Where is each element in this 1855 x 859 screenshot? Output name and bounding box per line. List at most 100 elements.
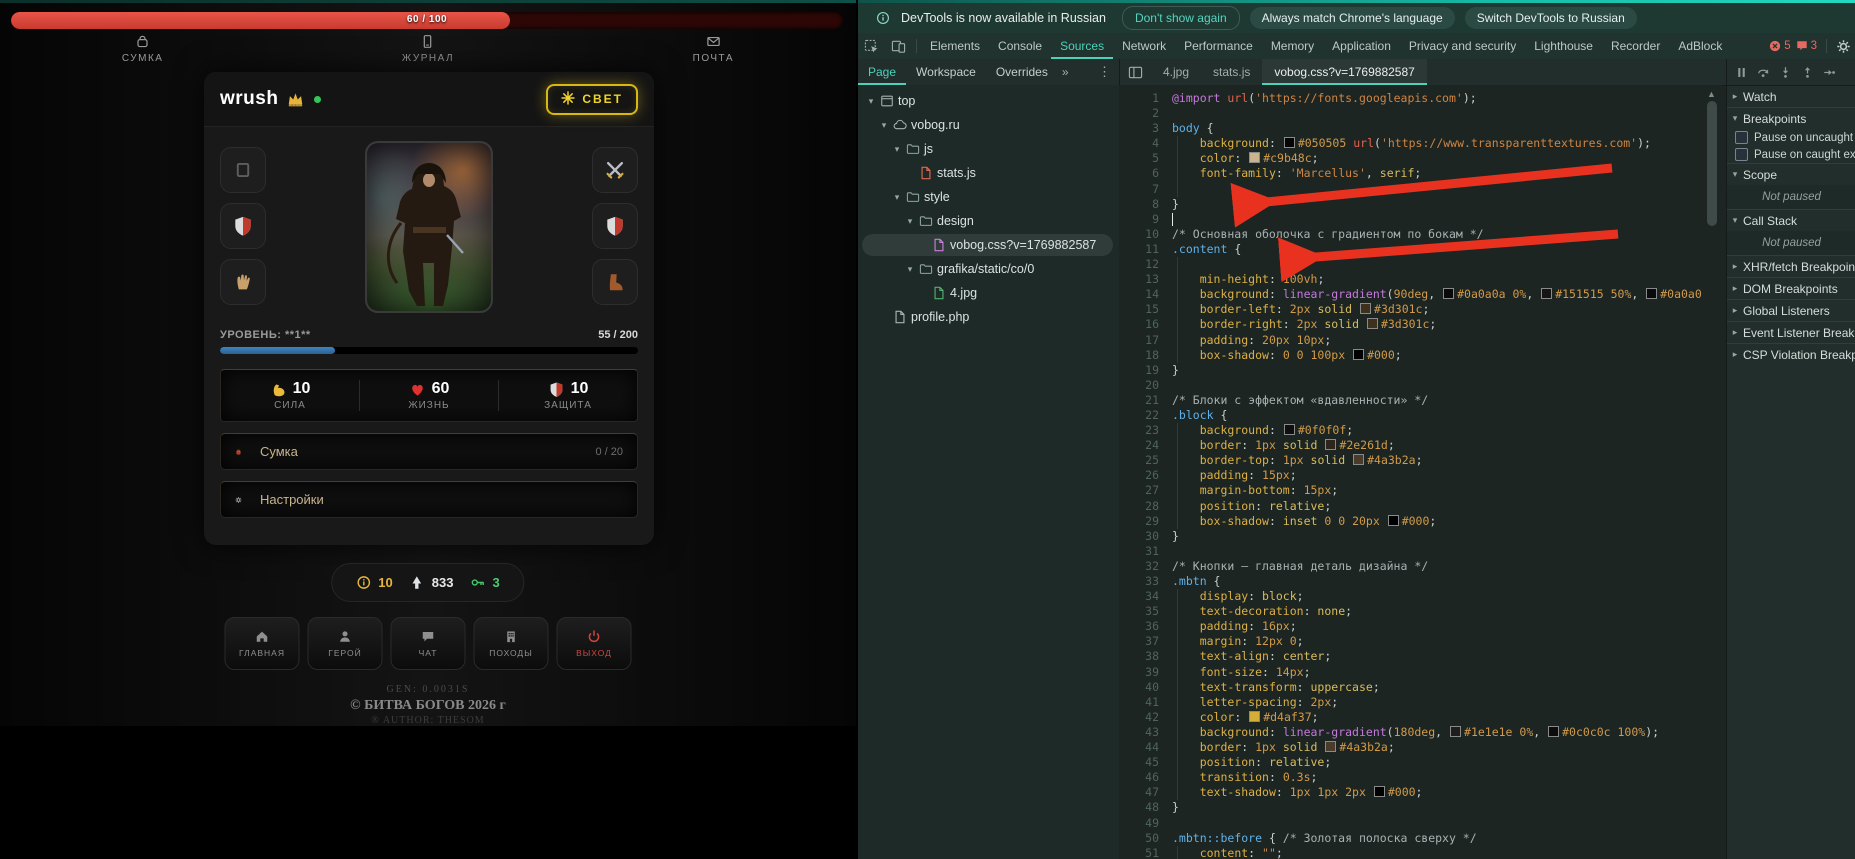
color-swatch[interactable] <box>1353 454 1364 465</box>
tab-application[interactable]: Application <box>1323 33 1400 59</box>
notification-button[interactable]: Always match Chrome's language <box>1250 7 1455 29</box>
menu-button-ВЫХОД[interactable]: ВЫХОД <box>557 617 632 670</box>
nav-item-СУМКА[interactable]: СУМКА <box>0 34 285 64</box>
sidebar-section-event-listener-breakpoints[interactable]: ▸Event Listener Breakpoints <box>1727 321 1855 343</box>
equipment-slot-glove[interactable] <box>220 259 266 305</box>
settings-gear-icon[interactable] <box>1836 39 1851 54</box>
mail-icon <box>706 34 721 49</box>
color-swatch[interactable] <box>1374 786 1385 797</box>
console-errors-badge[interactable]: 5 <box>1769 40 1790 52</box>
color-swatch[interactable] <box>1548 726 1559 737</box>
menu-button-ГЛАВНАЯ[interactable]: ГЛАВНАЯ <box>225 617 300 670</box>
navigator-tab-page[interactable]: Page <box>858 59 906 85</box>
code-token: color <box>1200 151 1235 165</box>
tree-item-design[interactable]: ▾design <box>858 209 1119 233</box>
pause-script-icon[interactable] <box>1735 66 1748 79</box>
profile-action-rows: Сумка0 / 20 Настройки <box>220 433 638 518</box>
color-swatch[interactable] <box>1325 741 1336 752</box>
navigator-more-menu-icon[interactable]: ⋮ <box>1090 64 1119 80</box>
menu-button-ПОХОДЫ[interactable]: ПОХОДЫ <box>474 617 549 670</box>
color-swatch[interactable] <box>1353 349 1364 360</box>
device-toolbar-icon[interactable] <box>891 39 906 54</box>
color-swatch[interactable] <box>1367 318 1378 329</box>
menu-button-ЧАТ[interactable]: ЧАТ <box>391 617 466 670</box>
navigator-tab-overrides[interactable]: Overrides <box>986 59 1058 85</box>
code-editor[interactable]: 1@import url('https://fonts.googleapis.c… <box>1119 85 1722 859</box>
color-swatch[interactable] <box>1388 515 1399 526</box>
profile-row-Сумка[interactable]: Сумка0 / 20 <box>220 433 638 470</box>
scrollbar-thumb[interactable] <box>1707 101 1717 226</box>
tree-item-stats.js[interactable]: stats.js <box>858 161 1119 185</box>
notification-button[interactable]: Don't show again <box>1122 6 1240 30</box>
equipment-slot-shield[interactable] <box>592 203 638 249</box>
file-tab[interactable]: 4.jpg <box>1151 59 1201 85</box>
equipment-slot-empty[interactable] <box>220 147 266 193</box>
pause-exceptions-checkbox[interactable]: Pause on caught exceptions <box>1727 146 1855 163</box>
equipment-slot-shield[interactable] <box>220 203 266 249</box>
editor-scrollbar[interactable]: ▲ <box>1703 85 1722 859</box>
code-token: ( <box>1387 725 1394 739</box>
checkbox[interactable] <box>1735 148 1748 161</box>
checkbox[interactable] <box>1735 131 1748 144</box>
tab-lighthouse[interactable]: Lighthouse <box>1525 33 1602 59</box>
color-swatch[interactable] <box>1541 288 1552 299</box>
navigator-tab-workspace[interactable]: Workspace <box>906 59 986 85</box>
color-swatch[interactable] <box>1284 137 1295 148</box>
sidebar-section-call-stack[interactable]: ▾Call Stack <box>1727 209 1855 231</box>
equipment-slot-boot[interactable] <box>592 259 638 305</box>
sidebar-section-csp-violation-breakpoints[interactable]: ▸CSP Violation Breakpoints <box>1727 343 1855 365</box>
step-into-icon[interactable] <box>1779 66 1792 79</box>
tree-item-vobog.css?v=1769882587[interactable]: vobog.css?v=1769882587 <box>858 233 1119 257</box>
tab-adblock[interactable]: AdBlock <box>1669 33 1731 59</box>
tree-item-top[interactable]: ▾top <box>858 89 1119 113</box>
tree-item-vobog.ru[interactable]: ▾vobog.ru <box>858 113 1119 137</box>
tab-recorder[interactable]: Recorder <box>1602 33 1669 59</box>
equipment-slot-swords[interactable] <box>592 147 638 193</box>
code-text: } <box>1172 529 1702 544</box>
color-swatch[interactable] <box>1284 424 1295 435</box>
pause-exceptions-checkbox[interactable]: Pause on uncaught exceptions <box>1727 129 1855 146</box>
tab-elements[interactable]: Elements <box>921 33 989 59</box>
toggle-navigator-icon[interactable] <box>1128 65 1143 80</box>
tab-privacy-and-security[interactable]: Privacy and security <box>1400 33 1525 59</box>
tab-sources[interactable]: Sources <box>1051 33 1113 59</box>
tree-item-js[interactable]: ▾js <box>858 137 1119 161</box>
step-icon[interactable] <box>1823 66 1836 79</box>
color-swatch[interactable] <box>1360 303 1371 314</box>
tab-network[interactable]: Network <box>1113 33 1175 59</box>
color-swatch[interactable] <box>1249 711 1260 722</box>
color-swatch[interactable] <box>1249 152 1260 163</box>
sidebar-section-xhr-fetch-breakpoints[interactable]: ▸XHR/fetch Breakpoints <box>1727 255 1855 277</box>
step-out-icon[interactable] <box>1801 66 1814 79</box>
color-swatch[interactable] <box>1443 288 1454 299</box>
tree-item-style[interactable]: ▾style <box>858 185 1119 209</box>
file-tab[interactable]: vobog.css?v=1769882587 <box>1262 59 1426 85</box>
sidebar-section-global-listeners[interactable]: ▸Global Listeners <box>1727 299 1855 321</box>
color-swatch[interactable] <box>1646 288 1657 299</box>
sidebar-section-dom-breakpoints[interactable]: ▸DOM Breakpoints <box>1727 277 1855 299</box>
file-tab[interactable]: stats.js <box>1201 59 1262 85</box>
profile-row-Настройки[interactable]: Настройки <box>220 481 638 518</box>
code-token: { <box>1227 242 1241 256</box>
theme-light-button[interactable]: СВЕТ <box>546 84 638 115</box>
nav-item-ПОЧТА[interactable]: ПОЧТА <box>571 34 856 64</box>
tree-item-4.jpg[interactable]: 4.jpg <box>858 281 1119 305</box>
color-swatch[interactable] <box>1450 726 1461 737</box>
notification-button[interactable]: Switch DevTools to Russian <box>1465 7 1637 29</box>
menu-button-ГЕРОЙ[interactable]: ГЕРОЙ <box>308 617 383 670</box>
sidebar-section-watch[interactable]: ▸Watch <box>1727 86 1855 107</box>
nav-item-ЖУРНАЛ[interactable]: ЖУРНАЛ <box>285 34 570 64</box>
step-over-icon[interactable] <box>1757 66 1770 79</box>
tab-memory[interactable]: Memory <box>1262 33 1323 59</box>
sidebar-section-scope[interactable]: ▾Scope <box>1727 163 1855 185</box>
tree-item-profile.php[interactable]: profile.php <box>858 305 1119 329</box>
color-swatch[interactable] <box>1325 439 1336 450</box>
scrollbar-up-arrow[interactable]: ▲ <box>1707 89 1716 99</box>
tab-console[interactable]: Console <box>989 33 1051 59</box>
more-tabs-chevron[interactable]: » <box>1058 65 1073 79</box>
tree-item-grafika/static/co/0[interactable]: ▾grafika/static/co/0 <box>858 257 1119 281</box>
tab-performance[interactable]: Performance <box>1175 33 1262 59</box>
issues-badge[interactable]: 3 <box>1796 40 1817 52</box>
inspect-element-icon[interactable] <box>864 39 879 54</box>
sidebar-section-breakpoints[interactable]: ▾Breakpoints <box>1727 107 1855 129</box>
